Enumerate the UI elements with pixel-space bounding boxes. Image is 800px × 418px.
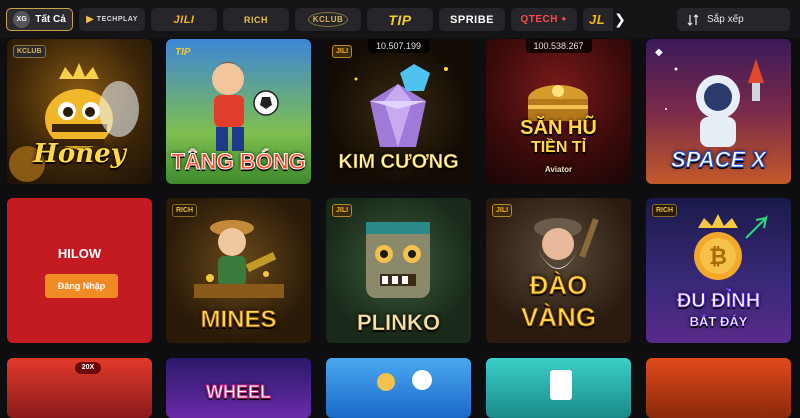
filter-rich-label: RICH (244, 14, 268, 25)
game-title-line1: SĂN HŨ (520, 117, 597, 139)
spribe-logo-icon: ◆ (655, 47, 663, 58)
game-title-line1: ĐÀO (529, 270, 588, 301)
game-title: PLINKO (356, 310, 441, 336)
game-title-line2: TIỀN TỈ (530, 139, 587, 156)
game-tile-row3-1[interactable]: 20X (7, 358, 152, 418)
game-tile-dao-vang[interactable]: JILI ĐÀO VÀNG (486, 198, 631, 343)
game-tile-space-x[interactable]: ◆ SPACE X (646, 39, 791, 184)
game-tile-du-dinh-bat-day[interactable]: ₿ RICH ĐU ĐỈNH BẮT ĐÁY (646, 198, 791, 343)
game-title-line2: VÀNG (520, 302, 597, 333)
filter-all[interactable]: XG Tất Cả (6, 8, 73, 31)
game-title: MINES (200, 306, 277, 334)
filter-kclub[interactable]: KCLUB (295, 8, 361, 31)
filter-spribe[interactable]: SPRIBE (439, 8, 505, 31)
game-tile-row3-4[interactable] (486, 358, 631, 418)
all-games-icon: XG (13, 11, 31, 28)
jackpot-amount: 10.507.199 (367, 39, 430, 53)
game-tile-san-hu-tien-ti[interactable]: 100.538.267 SĂN HŨ TIỀN TỈ Aviator (486, 39, 631, 184)
game-title: HILOW (57, 246, 102, 261)
multiplier-badge: 20X (75, 362, 101, 374)
game-tile-row3-5[interactable] (646, 358, 791, 418)
filter-jili[interactable]: JILI (151, 8, 217, 31)
sort-icon (687, 13, 699, 26)
techplay-logo-icon: ▶ (86, 14, 94, 25)
sort-button[interactable]: Sắp xếp (677, 8, 790, 31)
treasure-chest-art (528, 85, 588, 121)
aviator-brand-label: Aviator (544, 165, 573, 174)
filter-spribe-label: SPRIBE (450, 13, 494, 26)
filter-tip[interactable]: TIP (367, 8, 433, 31)
game-tile-row3-2[interactable]: WHEEL (166, 358, 311, 418)
qtech-paw-icon: ✦ (559, 14, 568, 24)
filter-tip-label: TIP (388, 11, 412, 28)
filter-qtech[interactable]: QTECH ✦ (511, 8, 577, 31)
provider-badge: JILI (492, 204, 513, 217)
svg-text:₿: ₿ (709, 245, 727, 270)
filter-rich[interactable]: RICH (223, 8, 289, 31)
game-tile-tang-bong[interactable]: TIP TÂNG BÓNG (166, 39, 311, 184)
provider-badge: JILI (332, 204, 353, 217)
filter-techplay-label: TECHPLAY (96, 16, 138, 23)
game-title-line1: ĐU ĐỈNH (676, 290, 761, 313)
filter-kclub-label: KCLUB (307, 12, 349, 27)
filter-techplay[interactable]: ▶ TECHPLAY (79, 8, 145, 31)
provider-badge: JILI (332, 45, 353, 58)
provider-badge: KCLUB (13, 45, 46, 58)
game-tile-hilow[interactable]: HILOW Đăng Nhập (7, 198, 152, 343)
game-title: KIM CƯƠNG (338, 151, 459, 174)
game-title: Honey (33, 139, 126, 169)
game-tile-plinko[interactable]: JILI PLINKO (326, 198, 471, 343)
provider-badge: RICH (652, 204, 678, 217)
lottery-balls-icon (377, 370, 432, 391)
filter-jili-label: JILI (173, 13, 195, 26)
provider-badge: TIP (175, 47, 191, 58)
provider-filter-bar: XG Tất Cả ▶ TECHPLAY JILI RICH KCLUB TIP… (0, 0, 800, 38)
game-tile-kim-cuong[interactable]: 10.507.199 JILI KIM CƯƠNG (326, 39, 471, 184)
playing-cards-icon (550, 370, 572, 400)
game-title: TÂNG BÓNG (171, 149, 306, 175)
filter-all-label: Tất Cả (35, 14, 66, 25)
provider-badge: RICH (172, 204, 198, 217)
game-tile-row3-3[interactable] (326, 358, 471, 418)
jackpot-amount: 100.538.267 (525, 39, 592, 53)
filter-jl-partial[interactable]: JL (583, 8, 613, 31)
filter-jl-label: JL (589, 12, 606, 27)
chevron-right-icon[interactable]: ❯ (613, 10, 627, 28)
game-tile-honey[interactable]: KCLUB Honey (7, 39, 152, 184)
filter-qtech-label: QTECH (520, 14, 558, 25)
game-tile-mines[interactable]: RICH MINES (166, 198, 311, 343)
login-button[interactable]: Đăng Nhập (45, 274, 118, 298)
sort-label: Sắp xếp (707, 14, 744, 25)
game-title-line2: BẮT ĐÁY (689, 314, 748, 330)
game-title: SPACE X (671, 147, 767, 173)
